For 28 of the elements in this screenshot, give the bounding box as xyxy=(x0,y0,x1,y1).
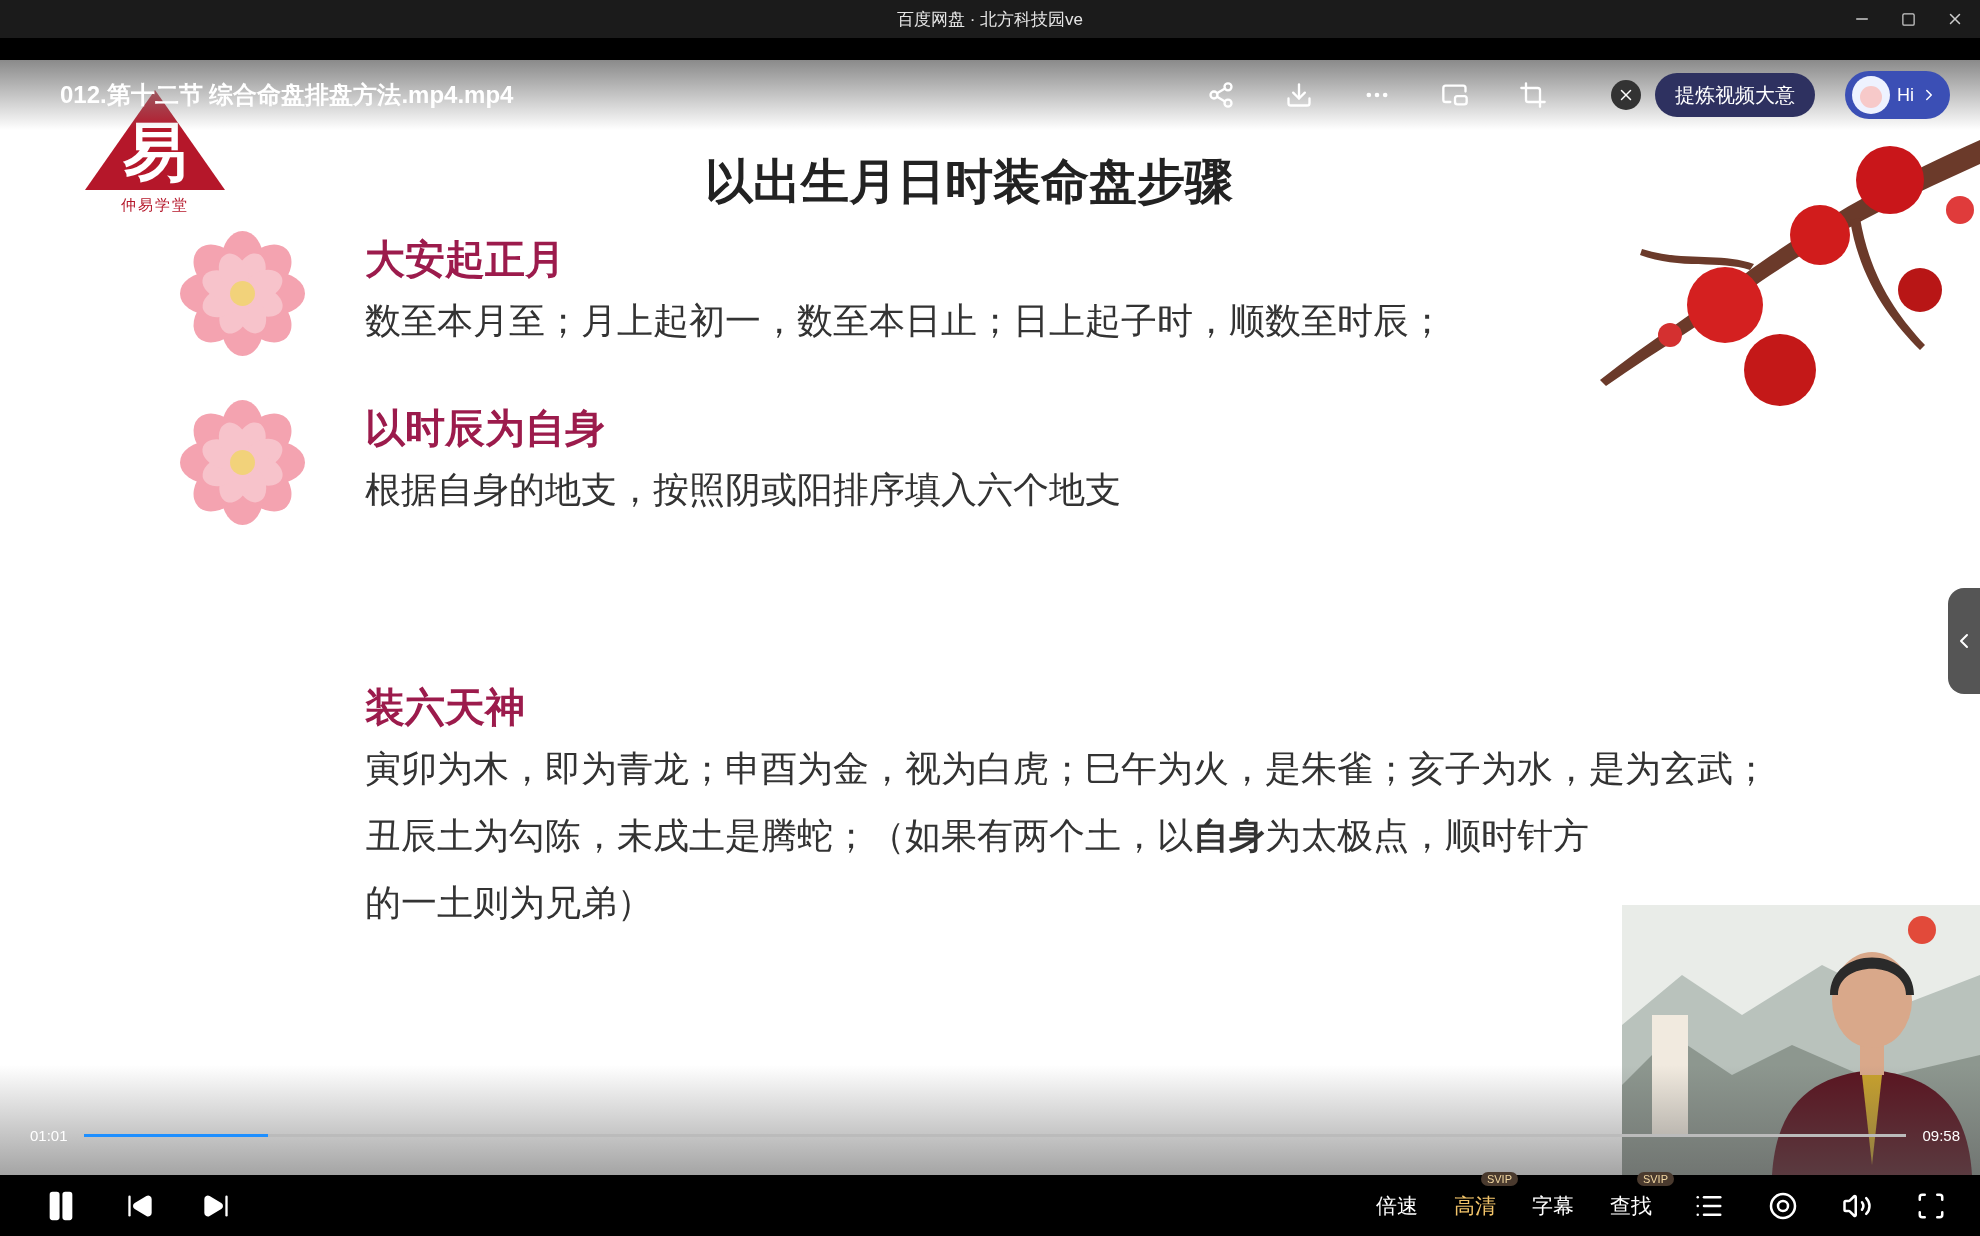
elapsed-time: 01:01 xyxy=(30,1126,68,1144)
body-text: 丑辰土为勾陈，未戌土是腾蛇；（如果有两个土，以自身为太极点，顺时针方 xyxy=(365,814,1590,858)
progress-track[interactable] xyxy=(83,1133,1907,1137)
body-text: 根据自身的地支，按照阴或阳排序填入六个地支 xyxy=(365,468,1121,512)
body-text: 数至本月至；月上起初一，数至本日止；日上起子时，顺数至时辰； xyxy=(365,299,1445,343)
file-name: 012.第十二节 综合命盘排盘方法.mp4.mp4 xyxy=(60,80,515,110)
body-text: 寅卯为木，即为青龙；申酉为金，视为白虎；巳午为火，是朱雀；亥子为水，是为玄武； xyxy=(365,747,1769,791)
player-option[interactable]: 高清 xyxy=(1452,1187,1498,1224)
assistant-button[interactable]: Hi xyxy=(1845,71,1950,119)
section-heading: 以时辰为自身 xyxy=(365,405,606,452)
summary-button[interactable]: 提炼视频大意 xyxy=(1655,73,1815,117)
flower-icon xyxy=(180,400,305,525)
close-icon[interactable] xyxy=(1611,80,1641,110)
collapse-tab[interactable] xyxy=(1948,588,1980,694)
maximize-icon[interactable] xyxy=(1901,11,1916,27)
logo-mark: 易 xyxy=(123,120,187,184)
player-option[interactable]: 查找 xyxy=(1608,1187,1654,1224)
logo-caption: 仲易学堂 xyxy=(121,196,189,215)
player-option[interactable]: 倍速 xyxy=(1374,1187,1420,1224)
avatar-icon xyxy=(1851,75,1891,115)
window-title: 百度网盘 · 北方科技园ve xyxy=(896,8,1084,31)
section-heading: 大安起正月 xyxy=(365,236,566,283)
section-heading: 装六天神 xyxy=(365,684,526,731)
flower-icon xyxy=(180,231,305,356)
duration-time: 09:58 xyxy=(1922,1126,1960,1144)
body-text: 的一土则为兄弟） xyxy=(365,881,654,925)
player-option[interactable]: 字幕 xyxy=(1530,1187,1576,1224)
slide-title: 以出生月日时装命盘步骤 xyxy=(705,154,1233,210)
